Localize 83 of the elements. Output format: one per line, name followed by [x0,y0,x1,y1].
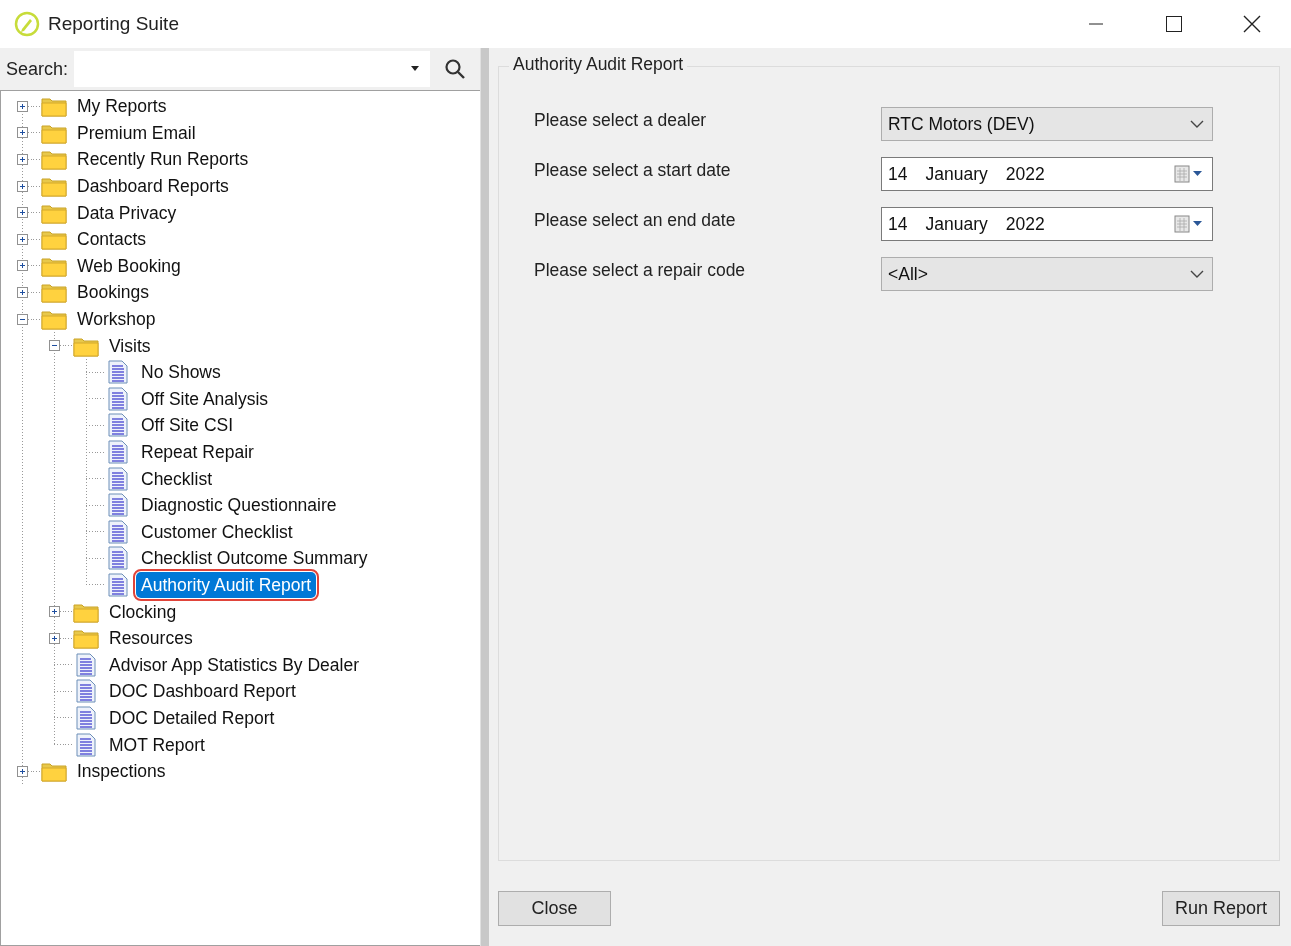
tree-item[interactable]: MOT Report [104,731,210,758]
expand-icon[interactable] [16,260,28,272]
close-report-button[interactable]: Close [498,891,611,926]
dropdown[interactable]: <All> [881,257,1213,291]
tree-item[interactable]: DOC Detailed Report [104,704,280,731]
tree-item[interactable]: Resources [104,625,198,652]
field-label: Please select a start date [534,159,732,181]
search-field[interactable] [74,51,430,87]
maximize-icon [1166,16,1182,32]
tree-item[interactable]: Diagnostic Questionnaire [136,492,342,519]
tree-item[interactable]: Web Booking [72,252,186,279]
document-icon [73,732,99,757]
search-icon [444,58,466,80]
document-icon [73,705,99,730]
tree-item[interactable]: Advisor App Statistics By Dealer [104,651,364,678]
tree-item[interactable]: My Reports [72,93,172,120]
folder-icon [41,308,67,331]
tree-item[interactable]: Visits [104,332,156,359]
document-icon [105,519,131,544]
tree-item[interactable]: Contacts [72,226,152,253]
folder-icon [41,175,67,198]
expand-icon[interactable] [16,286,28,298]
expand-icon[interactable] [16,127,28,139]
folder-icon [41,760,67,783]
document-icon [105,573,131,597]
expand-icon[interactable] [16,765,28,777]
tree-item[interactable]: Checklist [136,465,217,492]
dropdown[interactable]: RTC Motors (DEV) [881,107,1213,141]
collapse-icon[interactable] [48,340,60,352]
expand-icon[interactable] [16,154,28,165]
document-icon [105,546,131,571]
date-picker[interactable]: 14 January 2022 [881,157,1213,191]
group-title: Authority Audit Report [509,54,688,75]
folder-icon [41,148,67,171]
folder-icon [41,228,67,251]
tree-item[interactable]: Repeat Repair [136,439,259,465]
document-icon [73,652,99,677]
field-label: Please select an end date [534,209,737,231]
tree-item[interactable]: DOC Dashboard Report [104,678,301,705]
tree-item[interactable]: Clocking [104,598,182,625]
expand-icon[interactable] [48,606,60,618]
close-icon [1243,15,1261,33]
app-logo-icon [14,11,40,37]
expand-icon[interactable] [48,632,60,644]
run-report-button[interactable]: Run Report [1161,891,1280,926]
tree-item[interactable]: Inspections [72,758,171,785]
tree-item[interactable]: Checklist Outcome Summary [136,545,373,572]
document-icon [105,360,131,385]
expand-icon[interactable] [16,207,28,219]
calendar-icon [1174,214,1204,234]
document-icon [73,679,99,704]
chevron-down-icon [1190,119,1204,129]
expand-icon[interactable] [16,180,28,192]
expand-icon[interactable] [16,233,28,245]
collapse-icon[interactable] [16,313,28,325]
tree-item[interactable]: Off Site Analysis [136,385,274,412]
tree-item[interactable]: Workshop [72,306,161,333]
search-label: Search: [5,58,70,80]
tree-item[interactable]: Customer Checklist [136,518,298,545]
tree-item[interactable]: Data Privacy [72,199,182,226]
date-picker[interactable]: 14 January 2022 [881,207,1213,241]
tree-item[interactable]: Dashboard Reports [72,173,234,200]
field-label: Please select a dealer [534,109,708,131]
folder-icon [41,95,67,118]
tree-item[interactable]: No Shows [136,359,226,386]
folder-icon [73,627,99,650]
tree-item[interactable]: Recently Run Reports [72,146,254,173]
tree-item[interactable]: Off Site CSI [136,412,239,439]
window-title: Reporting Suite [48,13,180,35]
tree-item[interactable]: Authority Audit Report [136,572,317,598]
folder-icon [41,281,67,304]
field-label: Please select a repair code [534,259,747,281]
document-icon [105,386,131,411]
document-icon [105,440,131,464]
document-icon [105,413,131,438]
calendar-icon [1174,164,1204,184]
document-icon [105,493,131,518]
tree-item[interactable]: Bookings [72,279,154,306]
document-icon [105,466,131,491]
expand-icon[interactable] [16,100,28,112]
tree-item[interactable]: Premium Email [72,119,201,146]
chevron-down-icon [1190,269,1204,279]
minimize-icon [1088,23,1104,25]
